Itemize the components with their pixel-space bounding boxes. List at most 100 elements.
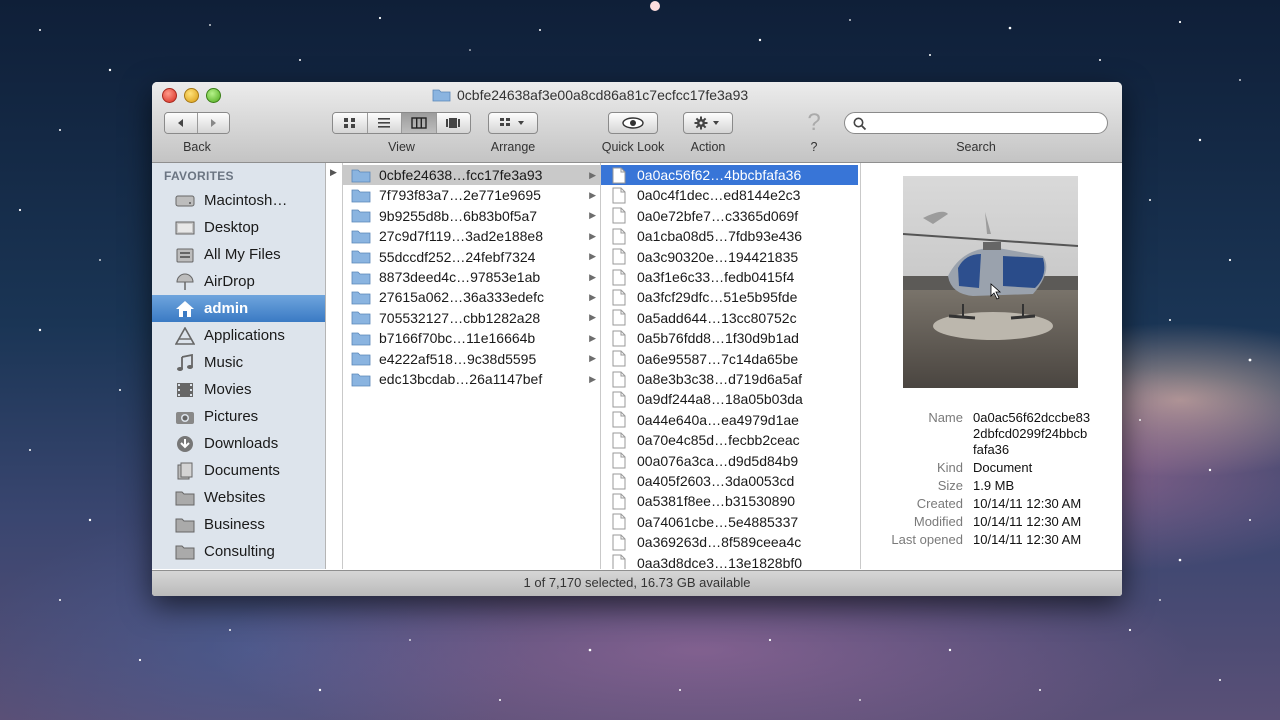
file-row[interactable]: 0a5b76fdd8…1f30d9b1ad (601, 328, 858, 348)
file-row[interactable]: 0a70e4c85d…fecbb2ceac (601, 430, 858, 450)
sidebar-item-label: Websites (204, 489, 266, 506)
folder-row[interactable]: 27615a062…36a333edefc ▶ (343, 287, 600, 307)
preview-pane: Name 0a0ac56f62dccbe83 2dbfcd0299f24bbcb… (861, 163, 1122, 569)
column-view-button[interactable] (402, 113, 437, 133)
last-opened-label: Last opened (891, 532, 963, 547)
folder-icon (351, 228, 371, 244)
sidebar-item-airdrop[interactable]: AirDrop (152, 268, 325, 295)
folder-row[interactable]: 0cbfe24638…fcc17fe3a93 ▶ (343, 165, 600, 185)
file-row[interactable]: 0a6e95587…7c14da65be (601, 349, 858, 369)
expand-arrow-icon: ▶ (589, 230, 596, 241)
file-name: 0a70e4c85d…fecbb2ceac (637, 432, 800, 449)
folder-name: 0cbfe24638…fcc17fe3a93 (379, 167, 543, 183)
document-icon (609, 432, 629, 449)
document-icon (609, 289, 629, 306)
camera-icon (174, 407, 196, 427)
sidebar-item-label: Applications (204, 327, 285, 344)
sidebar-item-applications[interactable]: Applications (152, 322, 325, 349)
file-row[interactable]: 0aa3d8dce3…13e1828bf0 (601, 553, 858, 569)
file-row[interactable]: 0a3fcf29dfc…51e5b95fde (601, 287, 858, 307)
folder-icon (174, 488, 196, 508)
expand-arrow-icon: ▶ (589, 210, 596, 221)
sidebar-item-pictures[interactable]: Pictures (152, 403, 325, 430)
sidebar-item-business[interactable]: Business (152, 511, 325, 538)
modified-label: Modified (913, 514, 963, 529)
sidebar-item-all-my-files[interactable]: All My Files (152, 241, 325, 268)
arrange-button[interactable] (488, 112, 538, 134)
folder-row[interactable]: edc13bcdab…26a1147bef ▶ (343, 369, 600, 389)
file-row[interactable]: 0a405f2603…3da0053cd (601, 471, 858, 491)
document-icon (609, 473, 629, 489)
sidebar-item-downloads[interactable]: Downloads (152, 430, 325, 457)
sidebar-item-movies[interactable]: Movies (152, 376, 325, 403)
file-row[interactable]: 0a8e3b3c38…d719d6a5af (601, 369, 858, 389)
folder-name: 27615a062…36a333edefc (379, 289, 545, 306)
document-icon (609, 228, 629, 245)
search-input[interactable] (871, 115, 1095, 133)
sidebar-item-music[interactable]: Music (152, 349, 325, 376)
folder-icon (351, 269, 371, 285)
folder-name: e4222af518…9c38d5595 (379, 350, 537, 367)
icon-view-button[interactable] (333, 113, 368, 133)
document-icon (609, 350, 629, 367)
file-row[interactable]: 0a1cba08d5…7fdb93e436 (601, 226, 858, 246)
folder-row[interactable]: 705532127…cbb1282a28 ▶ (343, 308, 600, 328)
back-button[interactable] (165, 113, 198, 133)
file-row[interactable]: 00a076a3ca…d9d5d84b9 (601, 451, 858, 471)
list-view-button[interactable] (367, 113, 402, 133)
sidebar-item-desktop[interactable]: Desktop (152, 214, 325, 241)
folder-row[interactable]: 27c9d7f119…3ad2e188e8 ▶ (343, 226, 600, 246)
hard-drive-icon (174, 191, 196, 211)
file-row[interactable]: 0a0e72bfe7…c3365d069f (601, 206, 858, 226)
back-arrow-icon (177, 119, 183, 127)
sidebar-item-label: admin (204, 300, 249, 317)
folder-icon (351, 167, 371, 183)
file-row[interactable]: 0a44e640a…ea4979d1ae (601, 410, 858, 430)
close-button[interactable] (162, 88, 177, 103)
folder-row[interactable]: 9b9255d8b…6b83b0f5a7 ▶ (343, 206, 600, 226)
forward-button[interactable] (197, 113, 229, 133)
zoom-button[interactable] (206, 88, 221, 103)
document-icon (609, 554, 629, 569)
document-icon (609, 330, 629, 347)
file-row[interactable]: 0a3c90320e…194421835 (601, 247, 858, 267)
search-field[interactable] (844, 112, 1108, 134)
expand-arrow-icon: ▶ (589, 291, 596, 302)
file-row[interactable]: 0a74061cbe…5e4885337 (601, 512, 858, 532)
sidebar-item-consulting[interactable]: Consulting (152, 538, 325, 565)
file-name: 0a9df244a8…18a05b03da (637, 391, 803, 408)
file-name: 0a74061cbe…5e4885337 (637, 513, 799, 530)
sidebar-item-label: Macintosh… (204, 192, 288, 209)
column-home: ▶ (326, 163, 343, 569)
sidebar-item-websites[interactable]: Websites (152, 484, 325, 511)
file-row[interactable]: 0a9df244a8…18a05b03da (601, 389, 858, 409)
helicopter-preview-image[interactable] (903, 176, 1078, 388)
all-files-icon (174, 245, 196, 265)
file-row[interactable]: 0a0c4f1dec…ed8144e2c3 (601, 185, 858, 205)
minimize-button[interactable] (184, 88, 199, 103)
folder-row[interactable]: b7166f70bc…11e16664b ▶ (343, 328, 600, 348)
help-icon[interactable]: ? (802, 110, 826, 136)
folder-row[interactable]: e4222af518…9c38d5595 ▶ (343, 349, 600, 369)
action-button[interactable] (683, 112, 733, 134)
file-name: 0a3c90320e…194421835 (637, 248, 799, 265)
file-name: 0a5b76fdd8…1f30d9b1ad (637, 330, 799, 347)
folder-row[interactable]: 7f793f83a7…2e771e9695 ▶ (343, 185, 600, 205)
document-icon (609, 493, 629, 510)
toolbar: 0cbfe24638af3e00a8cd86a81c7ecfcc17fe3a93… (152, 82, 1122, 163)
sidebar-item-admin[interactable]: admin (152, 295, 325, 322)
file-row[interactable]: 0a5381f8ee…b31530890 (601, 491, 858, 511)
file-row[interactable]: 0a3f1e6c33…fedb0415f4 (601, 267, 858, 287)
sidebar-item-macintosh-hd[interactable]: Macintosh… (152, 187, 325, 214)
sidebar-item-documents[interactable]: Documents (152, 457, 325, 484)
folder-row[interactable]: 8873deed4c…97853e1ab ▶ (343, 267, 600, 287)
quick-look-button[interactable] (608, 112, 658, 134)
file-row[interactable]: 0a369263d…8f589ceea4c (601, 532, 858, 552)
folder-icon (351, 249, 371, 265)
file-row[interactable]: 0a0ac56f62…4bbcbfafa36 (601, 165, 858, 185)
file-row[interactable]: 0a5add644…13cc80752c (601, 308, 858, 328)
forward-arrow-icon (211, 119, 217, 127)
coverflow-view-button[interactable] (436, 113, 470, 133)
folder-row[interactable]: 55dccdf252…24febf7324 ▶ (343, 247, 600, 267)
kind-value: Document (973, 460, 1033, 475)
